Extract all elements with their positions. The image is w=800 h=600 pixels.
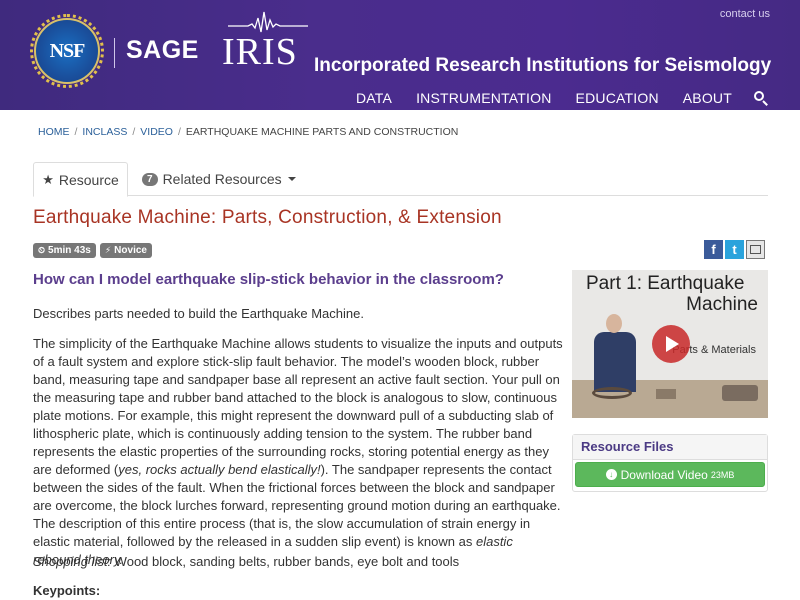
breadcrumb-separator: / — [132, 126, 136, 138]
tab-resource[interactable]: ★ Resource — [33, 162, 128, 197]
site-header: contact us NSF SAGE IRIS Incorporated Re… — [0, 0, 800, 110]
sage-logo[interactable]: SAGE — [126, 36, 199, 65]
level-text: Novice — [114, 245, 147, 256]
video-player[interactable]: Part 1: Earthquake Machine Parts & Mater… — [572, 270, 768, 418]
resource-tabs: ★ Resource 7 Related Resources — [33, 162, 768, 197]
duration-text: 5min 43s — [48, 245, 91, 256]
video-block — [656, 389, 676, 399]
nsf-logo[interactable]: NSF — [30, 14, 104, 88]
video-person — [594, 332, 636, 392]
lightning-icon: ⚡ — [104, 245, 112, 255]
breadcrumb-separator: / — [74, 126, 78, 138]
shopping-text: Wood block, sanding belts, rubber bands,… — [111, 554, 460, 569]
star-icon: ★ — [42, 171, 54, 187]
org-name[interactable]: Incorporated Research Institutions for S… — [314, 55, 771, 77]
resource-labels: ⏲ 5min 43s ⚡ Novice — [33, 243, 152, 258]
video-person-head — [606, 314, 622, 333]
download-icon: ↓ — [605, 469, 617, 480]
video-tool — [722, 385, 758, 401]
nav-instrumentation[interactable]: INSTRUMENTATION — [416, 90, 551, 106]
video-title-line2: Machine — [686, 294, 758, 315]
breadcrumb-home[interactable]: HOME — [38, 126, 70, 138]
iris-logo[interactable]: IRIS — [222, 30, 298, 74]
body-paragraph: The simplicity of the Earthquake Machine… — [33, 335, 563, 569]
logo-divider — [114, 38, 115, 68]
breadcrumb-video[interactable]: VIDEO — [140, 126, 173, 138]
tab-related-resources[interactable]: 7 Related Resources — [142, 162, 296, 196]
breadcrumb: HOME / INCLASS / VIDEO / EARTHQUAKE MACH… — [38, 126, 458, 138]
tab-resource-label: Resource — [58, 171, 119, 188]
breadcrumb-separator: / — [177, 126, 181, 138]
nsf-logo-text: NSF — [49, 40, 86, 62]
nav-education[interactable]: EDUCATION — [576, 90, 659, 106]
page-title: Earthquake Machine: Parts, Construction,… — [33, 207, 502, 228]
search-icon[interactable] — [754, 91, 768, 106]
chevron-down-icon — [287, 177, 296, 181]
download-label: Download Video — [620, 467, 708, 482]
duration-badge: ⏲ 5min 43s — [33, 243, 96, 258]
resource-files-panel: Resource Files ↓ Download Video 23MB — [572, 434, 768, 492]
file-size: 23MB — [710, 469, 735, 480]
play-icon[interactable] — [652, 325, 690, 363]
level-badge: ⚡ Novice — [99, 243, 152, 258]
download-video-button[interactable]: ↓ Download Video 23MB — [575, 462, 765, 487]
breadcrumb-current: EARTHQUAKE MACHINE PARTS AND CONSTRUCTIO… — [185, 126, 459, 138]
main-nav: DATA INSTRUMENTATION EDUCATION ABOUT — [332, 90, 768, 106]
body-text-1: The simplicity of the Earthquake Machine… — [33, 336, 563, 477]
driving-question: How can I model earthquake slip-stick be… — [33, 271, 504, 288]
nav-data[interactable]: DATA — [356, 90, 392, 106]
shopping-label: Shopping list: — [33, 554, 112, 569]
related-count-badge: 7 — [142, 172, 158, 186]
twitter-icon[interactable]: t — [725, 240, 744, 259]
description: Describes parts needed to build the Eart… — [33, 305, 563, 581]
video-title-line1: Part 1: Earthquake — [586, 273, 745, 294]
tab-related-label: Related Resources — [162, 171, 282, 187]
breadcrumb-inclass[interactable]: INCLASS — [82, 126, 127, 138]
embed-icon[interactable] — [746, 240, 765, 259]
body-italic-1: yes, rocks actually bend elastically! — [118, 462, 321, 477]
clock-icon: ⏲ — [38, 245, 46, 255]
nav-about[interactable]: ABOUT — [683, 90, 732, 106]
facebook-icon[interactable]: f — [704, 240, 723, 259]
share-buttons: f t — [704, 240, 765, 259]
shopping-list: Shopping list: Wood block, sanding belts… — [33, 554, 459, 569]
contact-us-link[interactable]: contact us — [720, 8, 770, 20]
intro-paragraph: Describes parts needed to build the Eart… — [33, 306, 364, 321]
video-rubber-band — [592, 387, 632, 399]
resource-files-heading: Resource Files — [573, 435, 767, 460]
keypoints-heading: Keypoints: — [33, 583, 101, 598]
